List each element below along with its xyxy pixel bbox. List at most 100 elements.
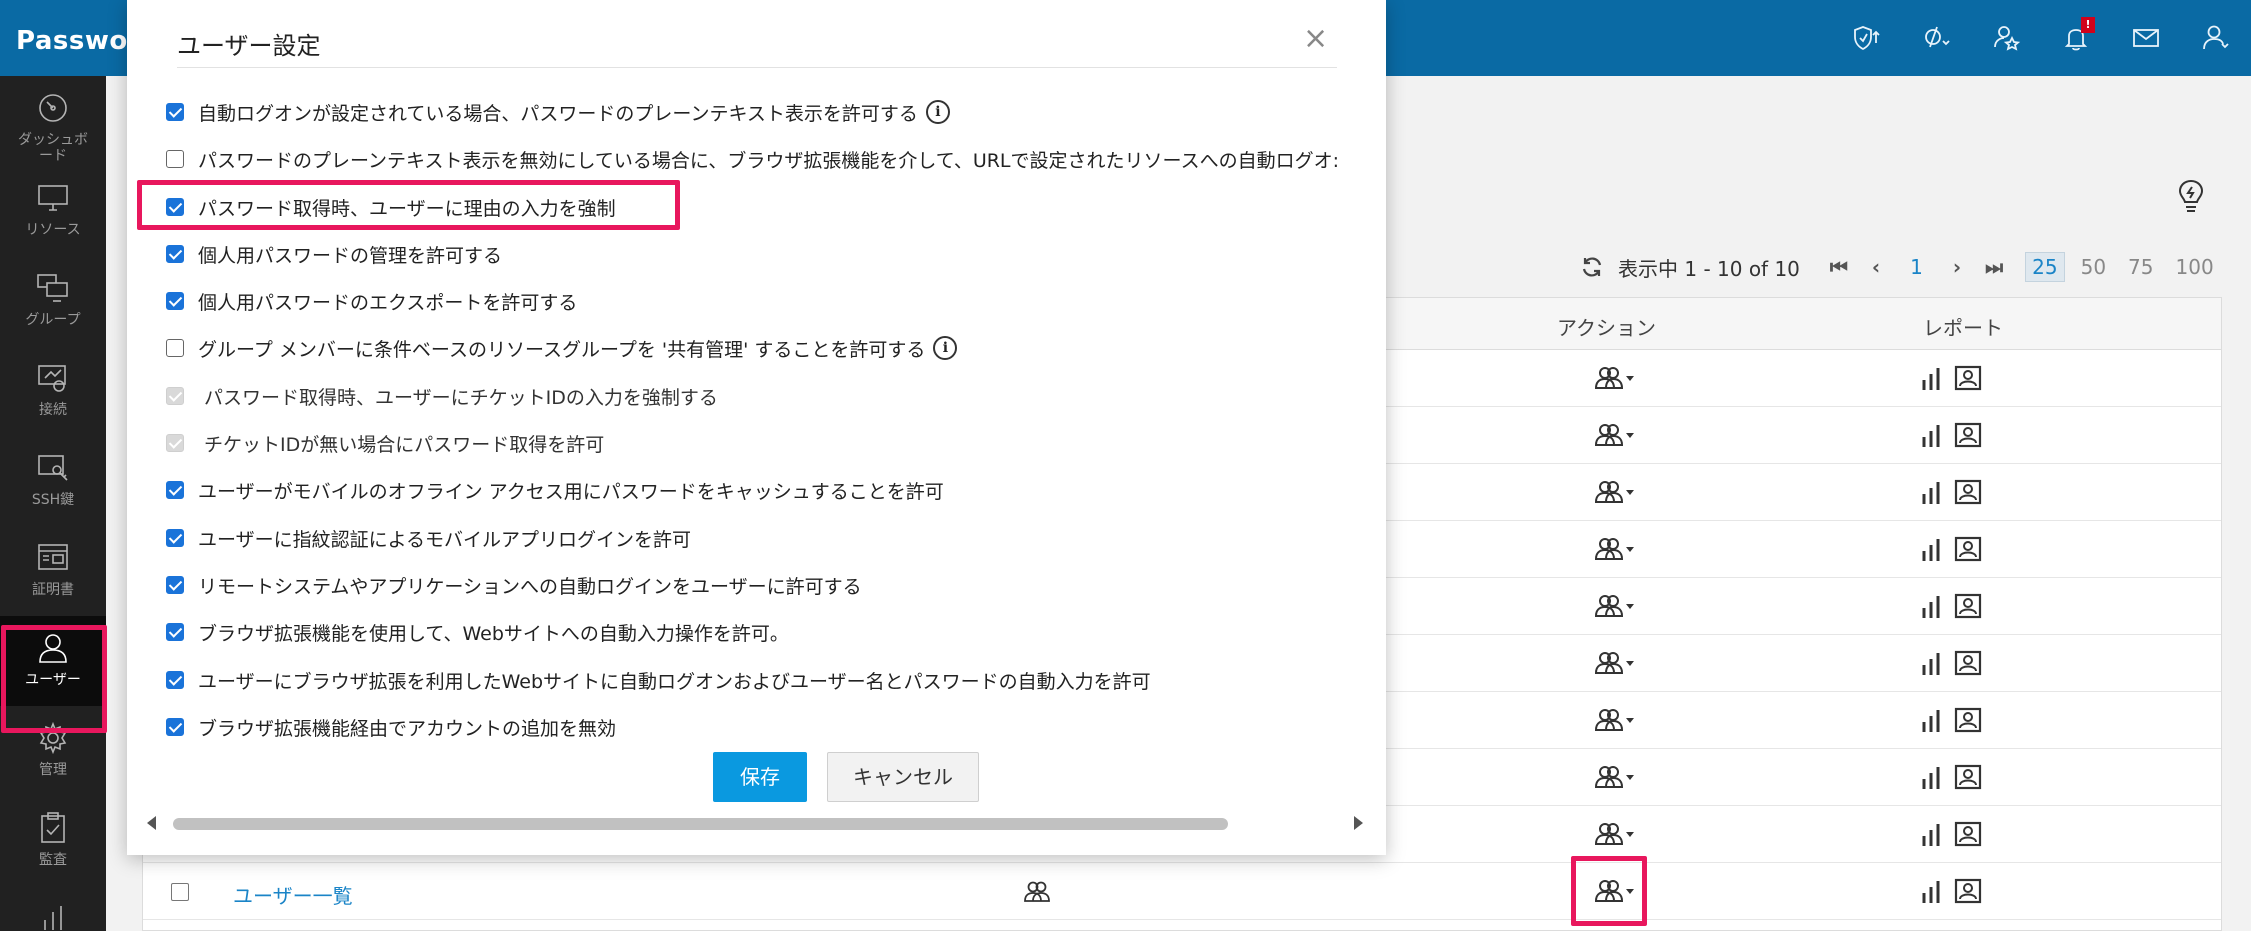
setting-label: 個人用パスワードのエクスポートを許可する [198, 291, 578, 314]
info-icon[interactable]: i [933, 336, 958, 360]
report-icons[interactable] [1920, 592, 1990, 620]
scrollbar-thumb[interactable] [173, 818, 1228, 830]
shield-upgrade-icon[interactable] [1831, 0, 1901, 76]
report-icons[interactable] [1920, 364, 1990, 392]
report-icons[interactable] [1920, 649, 1990, 677]
user-actions-dropdown-icon[interactable] [1593, 820, 1637, 848]
user-actions-dropdown-icon[interactable] [1593, 763, 1637, 791]
setting-checkbox[interactable] [166, 718, 184, 736]
setting-checkbox[interactable] [166, 150, 184, 168]
sidebar-item-dashboard[interactable]: ダッシュボード [0, 76, 106, 166]
user-profile-icon[interactable] [2181, 0, 2251, 76]
sidebar-item-reports[interactable] [0, 886, 106, 931]
setting-label: ブラウザ拡張機能を使用して、Webサイトへの自動入力操作を許可。 [198, 622, 789, 645]
setting-option: 個人用パスワードの管理を許可する [166, 240, 502, 268]
user-actions-dropdown-icon[interactable] [1593, 592, 1637, 620]
setting-label: ユーザーがモバイルのオフライン アクセス用にパスワードをキャッシュすることを許可 [198, 480, 944, 503]
page-size-100[interactable]: 100 [2170, 253, 2220, 281]
setting-option: ユーザーに指紋認証によるモバイルアプリログインを許可 [166, 524, 691, 552]
connection-icon [38, 365, 66, 392]
sidebar-item-connections[interactable]: 接続 [0, 346, 106, 436]
page-size-75[interactable]: 75 [2122, 253, 2159, 281]
page-size-50[interactable]: 50 [2075, 253, 2112, 281]
sidebar-item-certificates[interactable]: 証明書 [0, 526, 106, 616]
column-header-action: アクション [1557, 316, 1656, 340]
save-button[interactable]: 保存 [713, 752, 807, 802]
setting-label: グループ メンバーに条件ベースのリソースグループを '共有管理' することを許可… [198, 338, 926, 361]
lightbulb-tip-icon[interactable] [2176, 178, 2206, 214]
user-actions-dropdown-icon[interactable] [1593, 535, 1637, 563]
setting-label: ユーザーにブラウザ拡張を利用したWebサイトに自動ログオンおよびユーザー名とパス… [198, 670, 1151, 693]
audit-clipboard-icon [41, 812, 65, 843]
user-actions-dropdown-icon[interactable] [1593, 478, 1637, 506]
report-icons[interactable] [1920, 763, 1990, 791]
cancel-button[interactable]: キャンセル [827, 752, 979, 802]
report-icons[interactable] [1920, 478, 1990, 506]
sidebar-item-audit[interactable]: 監査 [0, 796, 106, 886]
scroll-left-icon[interactable] [147, 816, 156, 830]
user-actions-dropdown-icon[interactable] [1593, 706, 1637, 734]
setting-option: ブラウザ拡張機能経由でアカウントの追加を無効 [166, 713, 616, 741]
setting-option: チケットIDが無い場合にパスワード取得を許可 [166, 429, 604, 457]
group-monitors-icon [37, 274, 68, 302]
setting-option: ユーザーがモバイルのオフライン アクセス用にパスワードをキャッシュすることを許可 [166, 476, 944, 504]
setting-label: リモートシステムやアプリケーションへの自動ログインをユーザーに許可する [198, 575, 862, 598]
dashboard-icon [39, 94, 67, 122]
setting-checkbox[interactable] [166, 103, 184, 121]
sidebar-item-ssh-keys[interactable]: SSH鍵 [0, 436, 106, 526]
setting-label: パスワード取得時、ユーザーにチケットIDの入力を強制する [204, 386, 718, 409]
highlight-action-menu [1571, 856, 1647, 926]
report-icons[interactable] [1920, 706, 1990, 734]
setting-option: リモートシステムやアプリケーションへの自動ログインをユーザーに許可する [166, 571, 862, 599]
report-icons[interactable] [1920, 421, 1990, 449]
user-actions-dropdown-icon[interactable] [1593, 364, 1637, 392]
highlight-sidebar-users [1, 625, 107, 733]
table-row: ユーザー一覧 [143, 863, 2221, 920]
user-actions-dropdown-icon[interactable] [1593, 421, 1637, 449]
setting-checkbox[interactable] [166, 623, 184, 641]
tools-dropdown-icon[interactable] [1901, 0, 1971, 76]
setting-option: グループ メンバーに条件ベースのリソースグループを '共有管理' することを許可… [166, 334, 958, 362]
refresh-icon[interactable] [1580, 255, 1604, 279]
setting-checkbox[interactable] [166, 339, 184, 357]
report-icons[interactable] [1920, 820, 1990, 848]
bar-chart-icon [44, 906, 62, 930]
prev-page-icon[interactable]: ‹ [1872, 255, 1880, 279]
column-header-report: レポート [1923, 316, 2003, 340]
report-icons[interactable] [1920, 535, 1990, 563]
user-actions-dropdown-icon[interactable] [1593, 649, 1637, 677]
page-size-25[interactable]: 25 [2025, 252, 2065, 282]
setting-checkbox[interactable] [166, 292, 184, 310]
sidebar-item-groups[interactable]: グループ [0, 256, 106, 346]
highlight-reason-option [137, 180, 680, 230]
first-page-icon[interactable]: ⏮ [1830, 255, 1848, 279]
report-icons[interactable] [1920, 877, 1990, 905]
scroll-right-icon[interactable] [1354, 816, 1363, 830]
ssh-key-icon [38, 455, 68, 481]
setting-option: ユーザーにブラウザ拡張を利用したWebサイトに自動ログオンおよびユーザー名とパス… [166, 666, 1151, 694]
row-checkbox[interactable] [171, 883, 189, 901]
favorite-user-icon[interactable] [1971, 0, 2041, 76]
setting-checkbox[interactable] [166, 529, 184, 547]
showing-count: 表示中 1 - 10 of 10 [1618, 256, 1800, 281]
setting-checkbox[interactable] [166, 671, 184, 689]
setting-checkbox[interactable] [166, 576, 184, 594]
certificate-icon [38, 544, 68, 570]
last-page-icon[interactable]: ⏭ [1985, 255, 2003, 279]
monitor-icon [38, 185, 68, 211]
user-group-name-link[interactable]: ユーザー一覧 [233, 880, 353, 909]
sidebar-item-resources[interactable]: リソース [0, 166, 106, 256]
info-icon[interactable]: i [925, 100, 950, 124]
close-icon[interactable]: × [1303, 24, 1328, 54]
next-page-icon[interactable]: › [1953, 255, 1961, 279]
current-page[interactable]: 1 [1910, 255, 1923, 279]
setting-label: チケットIDが無い場合にパスワード取得を許可 [204, 433, 605, 456]
notification-bell-icon[interactable]: ! [2041, 0, 2111, 76]
dialog-divider [177, 67, 1337, 68]
setting-label: パスワードのプレーンテキスト表示を無効にしている場合に、ブラウザ拡張機能を介して… [198, 149, 1339, 172]
setting-option: 自動ログオンが設定されている場合、パスワードのプレーンテキスト表示を許可する i [166, 98, 950, 126]
mail-icon[interactable] [2111, 0, 2181, 76]
setting-checkbox[interactable] [166, 245, 184, 263]
setting-checkbox[interactable] [166, 481, 184, 499]
horizontal-scrollbar[interactable] [147, 812, 1367, 836]
